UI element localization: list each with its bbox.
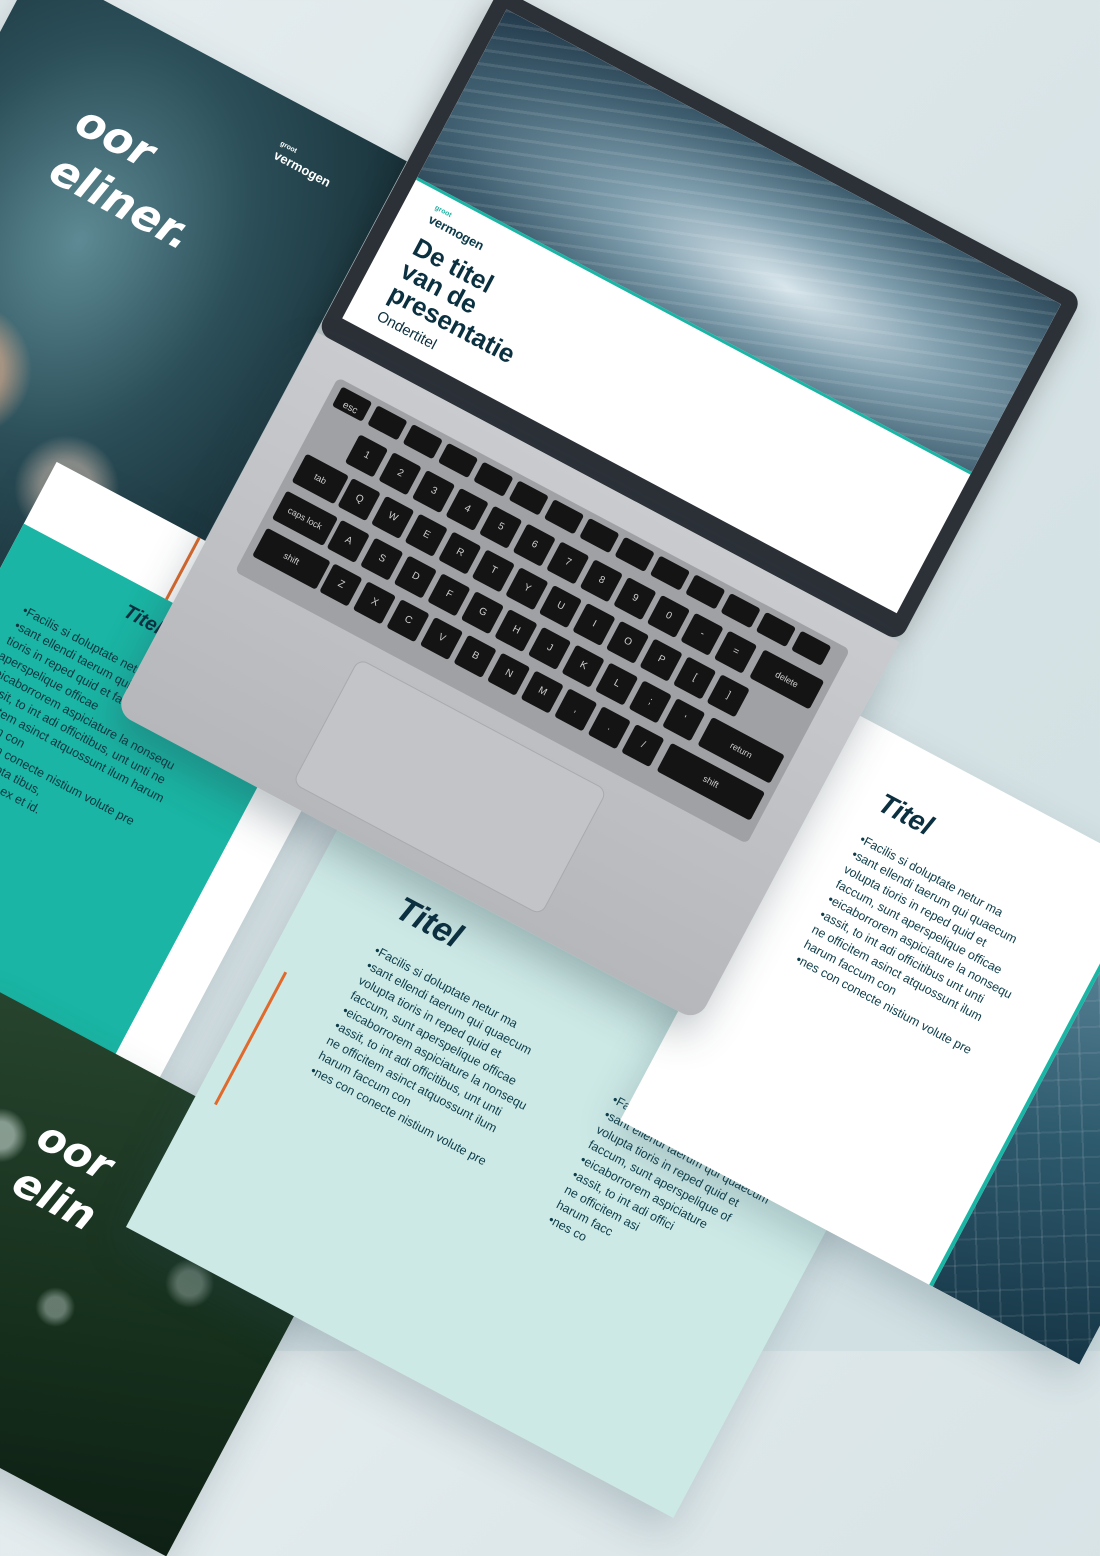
key[interactable]: I (572, 602, 616, 647)
key[interactable]: 3 (411, 469, 456, 514)
key[interactable]: G (460, 591, 505, 635)
function-key[interactable] (614, 536, 655, 573)
function-key[interactable] (579, 517, 620, 554)
function-key[interactable] (437, 442, 479, 479)
key[interactable]: K (561, 644, 605, 688)
key[interactable]: 5 (479, 505, 523, 549)
key[interactable]: P (639, 638, 683, 682)
key[interactable]: [ (673, 656, 717, 700)
key[interactable]: 1 (344, 434, 389, 478)
key[interactable]: / (621, 723, 665, 768)
screen-water-photo (415, 9, 1061, 475)
function-key[interactable] (649, 555, 691, 591)
key[interactable]: L (595, 662, 639, 706)
key[interactable]: ' (662, 698, 706, 742)
key[interactable]: R (438, 531, 482, 575)
key[interactable]: 7 (546, 541, 590, 585)
function-key[interactable] (791, 630, 832, 666)
right-card-title: Titel (873, 787, 939, 842)
key[interactable]: X (352, 581, 397, 625)
key[interactable]: 0 (646, 594, 691, 639)
right-card-bullets: •Facilis si doluptate netur ma •sant ell… (793, 832, 1020, 1058)
key[interactable]: F (427, 573, 471, 617)
function-key[interactable] (755, 611, 797, 648)
key[interactable]: V (419, 616, 464, 661)
center-card-title: Titel (389, 889, 469, 956)
key[interactable]: 2 (378, 452, 422, 496)
key[interactable]: N (487, 652, 531, 696)
center-card-bullets: •Facilis si doluptate netur ma •sant ell… (308, 943, 535, 1169)
key[interactable]: ] (706, 674, 750, 718)
key[interactable]: = (713, 630, 758, 674)
key[interactable]: T (471, 549, 515, 593)
key[interactable]: J (527, 626, 572, 671)
function-key[interactable] (473, 461, 514, 497)
key[interactable]: 9 (613, 576, 657, 621)
key[interactable]: C (386, 599, 430, 643)
key[interactable]: S (360, 537, 404, 581)
function-key[interactable] (508, 480, 549, 516)
key[interactable]: M (520, 670, 564, 714)
orange-line (214, 971, 288, 1106)
key[interactable]: H (494, 608, 538, 653)
function-key[interactable] (685, 574, 726, 610)
logo: groot vermogen (270, 140, 337, 191)
function-key[interactable] (543, 499, 585, 535)
function-key[interactable] (402, 423, 443, 460)
function-key[interactable]: esc (331, 386, 373, 422)
key[interactable]: W (371, 495, 415, 540)
key[interactable]: 6 (512, 523, 556, 567)
key[interactable]: D (393, 555, 437, 599)
key[interactable]: E (404, 513, 448, 557)
key[interactable]: ; (628, 680, 672, 724)
key[interactable]: , (554, 688, 598, 732)
key[interactable]: - (680, 612, 724, 656)
key[interactable]: 4 (445, 487, 489, 532)
screen-title: De titel van de presentatie (383, 231, 521, 370)
key[interactable]: U (538, 584, 583, 629)
key[interactable]: 8 (579, 559, 623, 603)
key[interactable]: O (605, 620, 650, 664)
key[interactable]: Y (505, 567, 549, 611)
key[interactable]: B (453, 634, 497, 679)
function-key[interactable] (720, 592, 761, 629)
key[interactable]: . (587, 706, 631, 750)
function-key[interactable] (367, 405, 408, 441)
